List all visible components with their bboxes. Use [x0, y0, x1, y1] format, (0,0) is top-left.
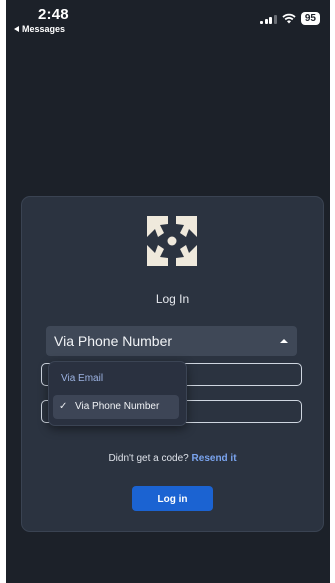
- status-indicators: 95: [260, 12, 320, 25]
- status-time: 2:48: [38, 6, 69, 23]
- back-to-app-link[interactable]: Messages: [14, 24, 65, 34]
- menu-item-via-email[interactable]: Via Email: [53, 367, 179, 391]
- resend-prompt: Didn't get a code?: [108, 453, 189, 464]
- menu-item-label: Via Phone Number: [75, 401, 160, 412]
- resend-link[interactable]: Resend it: [192, 453, 237, 464]
- app-logo-icon: [147, 216, 197, 266]
- screen-edge-right: [330, 0, 335, 583]
- wifi-icon: [282, 13, 296, 24]
- page-title: Log In: [155, 292, 190, 306]
- battery-icon: 95: [300, 12, 320, 25]
- resend-line: Didn't get a code? Resend it: [22, 453, 323, 464]
- status-bar: 2:48 Messages 95: [6, 0, 330, 36]
- back-arrow-icon: [14, 26, 19, 32]
- checkmark-icon: ✓: [59, 401, 68, 412]
- login-button[interactable]: Log in: [132, 486, 213, 511]
- login-method-dropdown-menu: Via Email ✓ Via Phone Number: [48, 361, 187, 426]
- app-screen: 2:48 Messages 95 Log In Via Phone Number…: [0, 0, 335, 583]
- menu-item-via-phone-number[interactable]: ✓ Via Phone Number: [53, 395, 179, 419]
- cellular-signal-icon: [260, 14, 277, 24]
- caret-up-icon: [280, 339, 288, 343]
- screen-edge-left: [0, 0, 6, 583]
- back-app-label: Messages: [22, 24, 66, 34]
- login-method-select[interactable]: Via Phone Number: [46, 326, 297, 356]
- login-method-selected: Via Phone Number: [54, 333, 173, 349]
